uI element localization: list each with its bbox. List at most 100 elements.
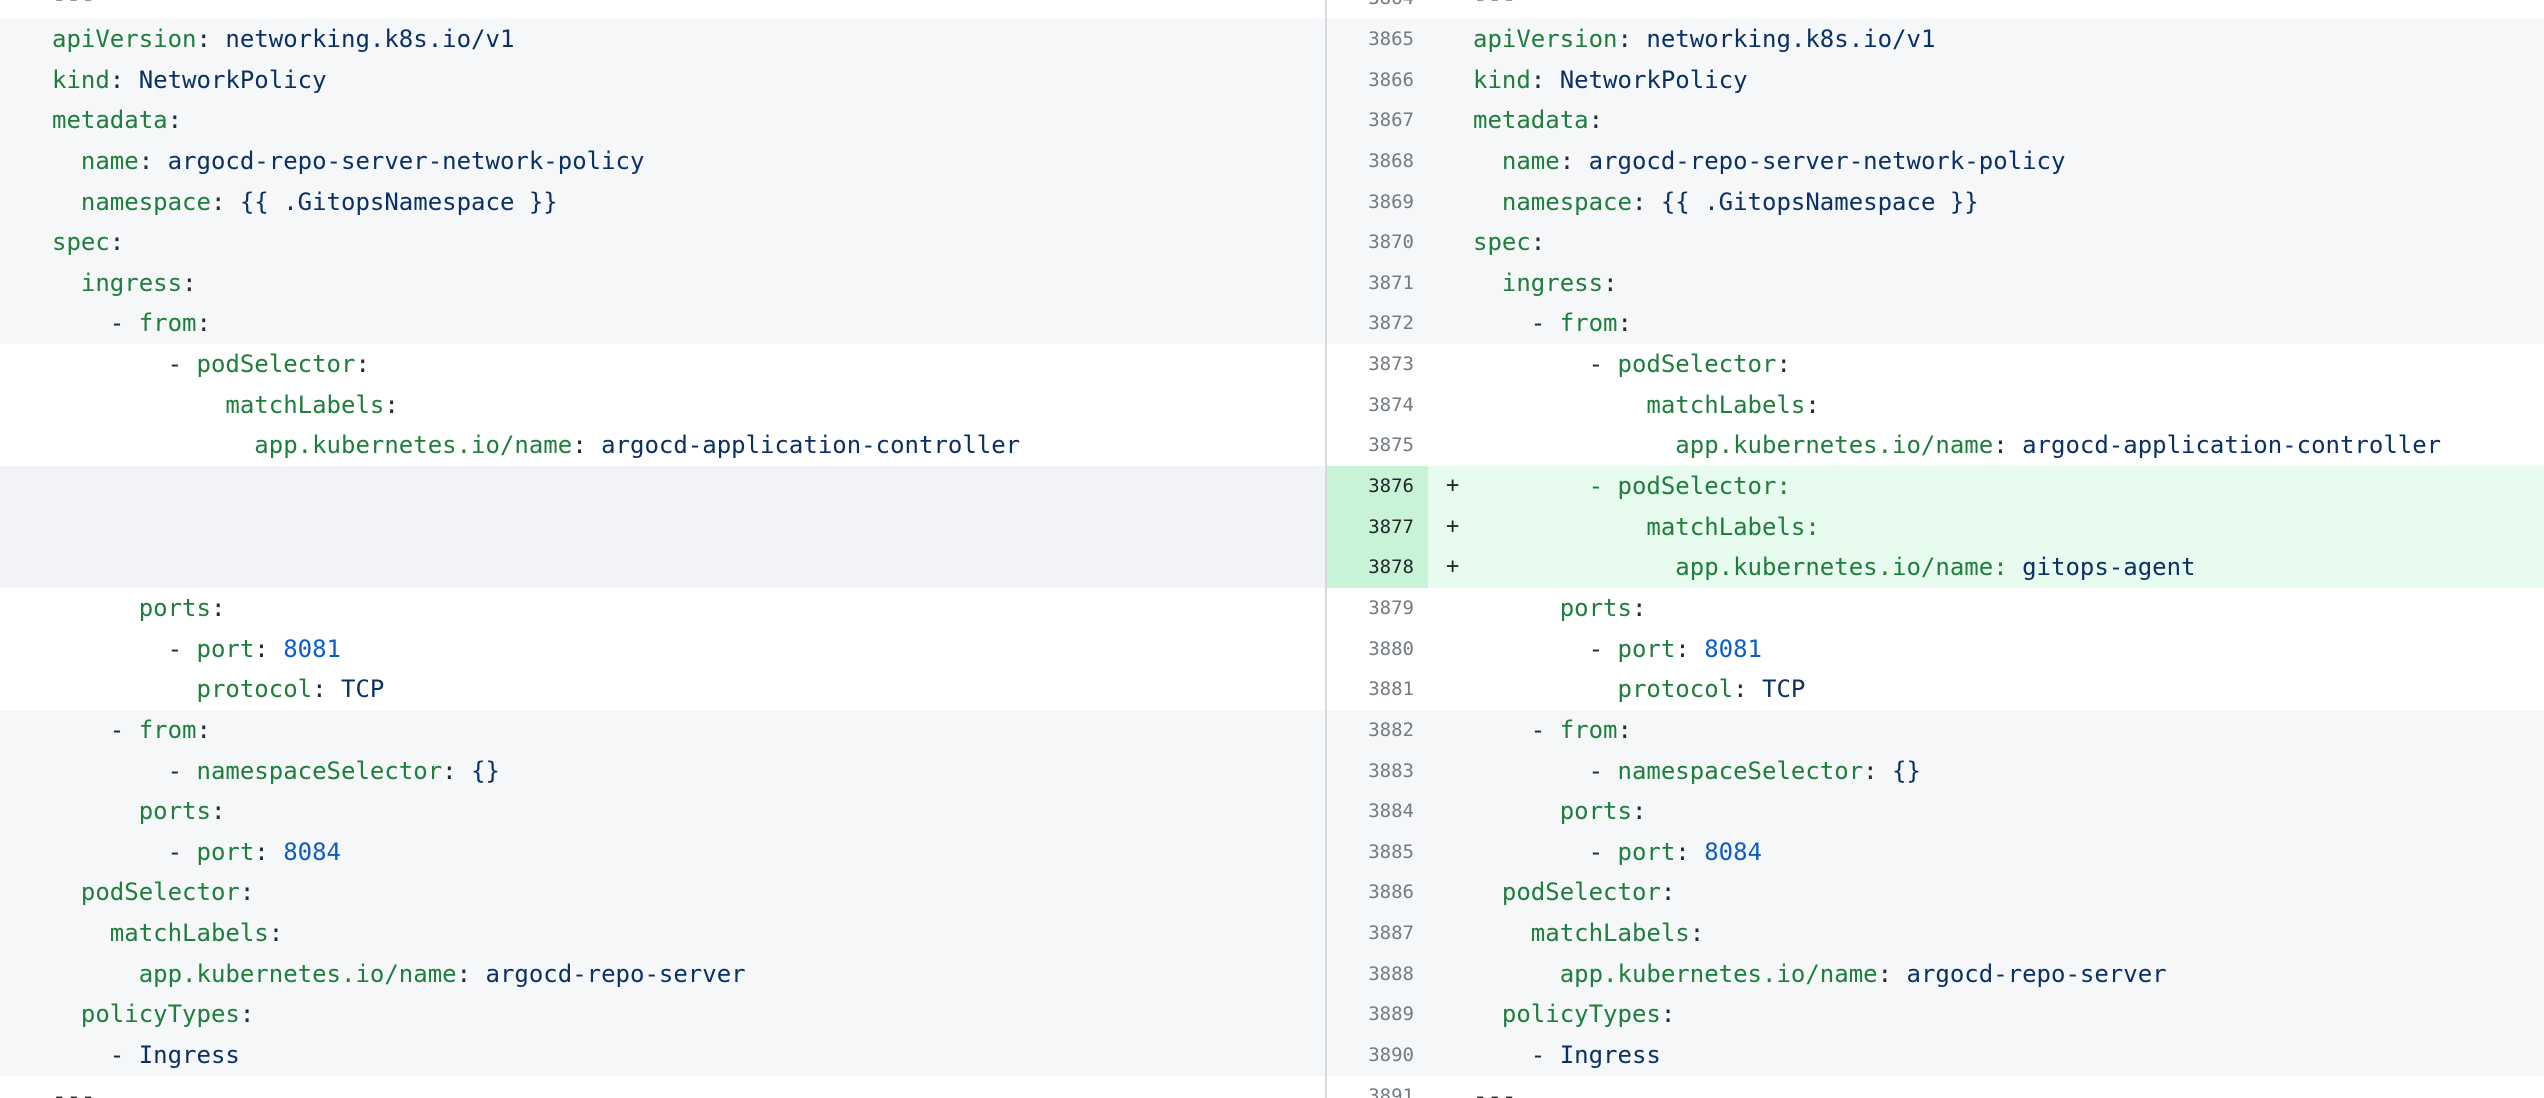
line-number[interactable]: 3869: [1325, 182, 1428, 223]
code-token: podSelector: [1618, 350, 1777, 378]
code-token: -: [52, 350, 197, 378]
code-token: matchLabels: [1646, 391, 1805, 419]
code-token: :: [1805, 513, 1819, 541]
code-token: ports: [139, 594, 211, 622]
right-code-line: - Ingress: [1473, 1035, 2544, 1076]
line-number[interactable]: 3887: [1325, 913, 1428, 954]
code-token: networking.k8s.io/v1: [225, 25, 514, 53]
code-token: 8084: [1704, 838, 1762, 866]
code-token: ingress: [1502, 269, 1603, 297]
code-token: app.kubernetes.io/name: [254, 431, 572, 459]
marker-gutter: [1428, 344, 1473, 385]
left-code-line: protocol: TCP: [0, 669, 1325, 710]
code-token: :: [211, 594, 225, 622]
code-token: :: [1603, 269, 1617, 297]
added-marker: +: [1428, 507, 1473, 548]
diff-row: - port: 80843885 - port: 8084: [0, 832, 2544, 873]
line-number[interactable]: 3883: [1325, 751, 1428, 792]
code-token: networking.k8s.io/v1: [1646, 25, 1935, 53]
line-number[interactable]: 3864: [1325, 0, 1428, 19]
diff-row: ports:3884 ports:: [0, 791, 2544, 832]
line-number[interactable]: 3881: [1325, 669, 1428, 710]
marker-gutter: [1428, 0, 1473, 19]
diff-row: spec:3870spec:: [0, 222, 2544, 263]
line-number[interactable]: 3890: [1325, 1035, 1428, 1076]
diff-rows: ---3864---apiVersion: networking.k8s.io/…: [0, 0, 2544, 1098]
code-token: app.kubernetes.io/name: [1560, 960, 1878, 988]
line-number[interactable]: 3878: [1325, 547, 1428, 588]
right-code-line: matchLabels:: [1473, 507, 2544, 548]
code-token: :: [1805, 391, 1819, 419]
code-token: matchLabels: [1646, 513, 1805, 541]
line-number[interactable]: 3874: [1325, 385, 1428, 426]
right-code-line: matchLabels:: [1473, 913, 2544, 954]
line-number[interactable]: 3871: [1325, 263, 1428, 304]
line-number[interactable]: 3885: [1325, 832, 1428, 873]
line-number[interactable]: 3880: [1325, 629, 1428, 670]
code-token: -: [1473, 309, 1560, 337]
code-token: -: [1473, 716, 1560, 744]
line-number[interactable]: 3891: [1325, 1076, 1428, 1098]
code-token: :: [457, 960, 486, 988]
left-filler-line: [0, 466, 1325, 507]
code-token: [1473, 553, 1675, 581]
code-token: from: [139, 716, 197, 744]
line-number[interactable]: 3875: [1325, 425, 1428, 466]
line-number[interactable]: 3888: [1325, 954, 1428, 995]
code-token: :: [1690, 919, 1704, 947]
left-code-line: - podSelector:: [0, 344, 1325, 385]
code-token: NetworkPolicy: [1560, 66, 1748, 94]
line-number[interactable]: 3865: [1325, 19, 1428, 60]
marker-gutter: [1428, 141, 1473, 182]
code-token: -: [52, 635, 197, 663]
marker-gutter: [1428, 994, 1473, 1035]
code-token: app.kubernetes.io/name: [1675, 431, 1993, 459]
line-number[interactable]: 3867: [1325, 100, 1428, 141]
line-number[interactable]: 3873: [1325, 344, 1428, 385]
code-token: [1473, 431, 1675, 459]
diff-row: 3876+ - podSelector:: [0, 466, 2544, 507]
diff-row: ---3891---: [0, 1076, 2544, 1098]
line-number[interactable]: 3866: [1325, 60, 1428, 101]
code-token: [1473, 391, 1646, 419]
code-token: podSelector: [197, 350, 356, 378]
marker-gutter: [1428, 669, 1473, 710]
code-token: :: [1618, 309, 1632, 337]
marker-gutter: [1428, 425, 1473, 466]
code-token: :: [254, 838, 283, 866]
line-number[interactable]: 3882: [1325, 710, 1428, 751]
line-number[interactable]: 3889: [1325, 994, 1428, 1035]
marker-gutter: [1428, 872, 1473, 913]
code-token: policyTypes: [81, 1000, 240, 1028]
line-number[interactable]: 3877: [1325, 507, 1428, 548]
code-token: spec: [52, 228, 110, 256]
code-token: ports: [139, 797, 211, 825]
code-token: -: [52, 309, 139, 337]
diff-row: - port: 80813880 - port: 8081: [0, 629, 2544, 670]
diff-row: app.kubernetes.io/name: argocd-applicati…: [0, 425, 2544, 466]
left-code-line: kind: NetworkPolicy: [0, 60, 1325, 101]
line-number[interactable]: 3870: [1325, 222, 1428, 263]
left-code-line: apiVersion: networking.k8s.io/v1: [0, 19, 1325, 60]
left-filler-line: [0, 507, 1325, 548]
right-code-line: - podSelector:: [1473, 466, 2544, 507]
diff-row: matchLabels:3887 matchLabels:: [0, 913, 2544, 954]
code-token: [52, 1000, 81, 1028]
right-code-line: matchLabels:: [1473, 385, 2544, 426]
code-token: :: [240, 878, 254, 906]
diff-row: - Ingress3890 - Ingress: [0, 1035, 2544, 1076]
line-number[interactable]: 3879: [1325, 588, 1428, 629]
code-token: apiVersion: [52, 25, 197, 53]
line-number[interactable]: 3868: [1325, 141, 1428, 182]
line-number[interactable]: 3876: [1325, 466, 1428, 507]
code-token: 8081: [1704, 635, 1762, 663]
line-number[interactable]: 3884: [1325, 791, 1428, 832]
diff-row: kind: NetworkPolicy3866kind: NetworkPoli…: [0, 60, 2544, 101]
line-number[interactable]: 3872: [1325, 303, 1428, 344]
line-number[interactable]: 3886: [1325, 872, 1428, 913]
code-token: :: [1675, 635, 1704, 663]
right-code-line: - namespaceSelector: {}: [1473, 751, 2544, 792]
code-token: [1473, 147, 1502, 175]
right-code-line: ports:: [1473, 588, 2544, 629]
left-code-line: - Ingress: [0, 1035, 1325, 1076]
